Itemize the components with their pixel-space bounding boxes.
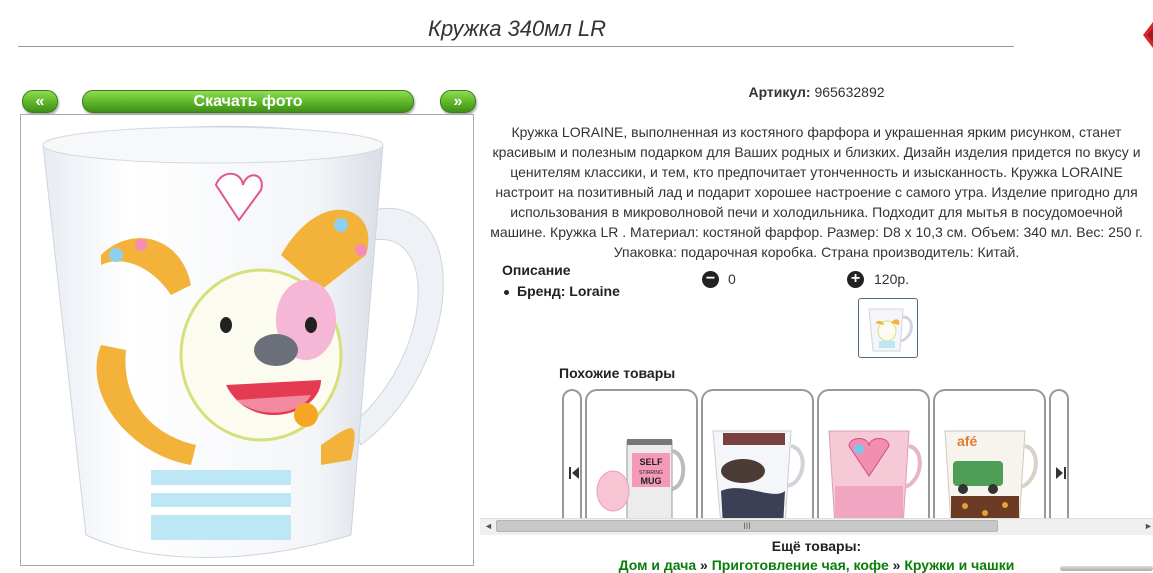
svg-text:MUG: MUG (641, 476, 662, 486)
bullet-icon (504, 289, 509, 295)
spec-brand: Бренд: Loraine (504, 283, 620, 299)
specs-title: Описание (502, 262, 571, 278)
chevron-right-icon (1056, 467, 1066, 479)
prev-photo-button[interactable]: « (22, 90, 58, 113)
photo-thumbnail[interactable] (858, 298, 918, 358)
download-photo-button[interactable]: Скачать фото (82, 90, 414, 113)
product-description: Кружка LORAINE, выполненная из костяного… (490, 124, 1143, 260)
bottom-shadow (1060, 566, 1153, 571)
scrollbar-thumb[interactable]: III (496, 520, 998, 532)
next-photo-button[interactable]: » (440, 90, 476, 113)
increase-quantity-button[interactable]: + (847, 271, 864, 288)
article-line: Артикул: 965632892 (480, 84, 1153, 100)
similar-next-button[interactable] (1049, 389, 1069, 529)
more-products-title: Ещё товары: (771, 538, 862, 554)
similar-item[interactable]: SELF STIRRING MUG (585, 389, 698, 529)
product-photo[interactable] (20, 114, 474, 566)
quantity-value: 0 (728, 271, 736, 287)
similar-item[interactable] (817, 389, 930, 529)
similar-item[interactable] (701, 389, 814, 529)
svg-text:SELF: SELF (639, 457, 663, 467)
title-divider (18, 46, 1014, 47)
similar-prev-button[interactable] (562, 389, 582, 529)
price-value: 120р. (874, 271, 910, 287)
scroll-right-icon[interactable]: ► (1144, 521, 1153, 531)
svg-text:afé: afé (957, 433, 977, 449)
product-title: Кружка 340мл LR (427, 16, 607, 41)
decrease-quantity-button[interactable]: − (702, 271, 719, 288)
article-value: 965632892 (814, 84, 885, 100)
chevron-left-icon (569, 467, 579, 479)
close-icon[interactable] (1140, 20, 1153, 50)
article-label: Артикул: (748, 84, 811, 100)
similar-title: Похожие товары (559, 365, 676, 381)
scroll-left-icon[interactable]: ◄ (484, 521, 493, 531)
spec-brand-label: Бренд: Loraine (517, 283, 620, 299)
similar-item[interactable]: afé (933, 389, 1046, 529)
